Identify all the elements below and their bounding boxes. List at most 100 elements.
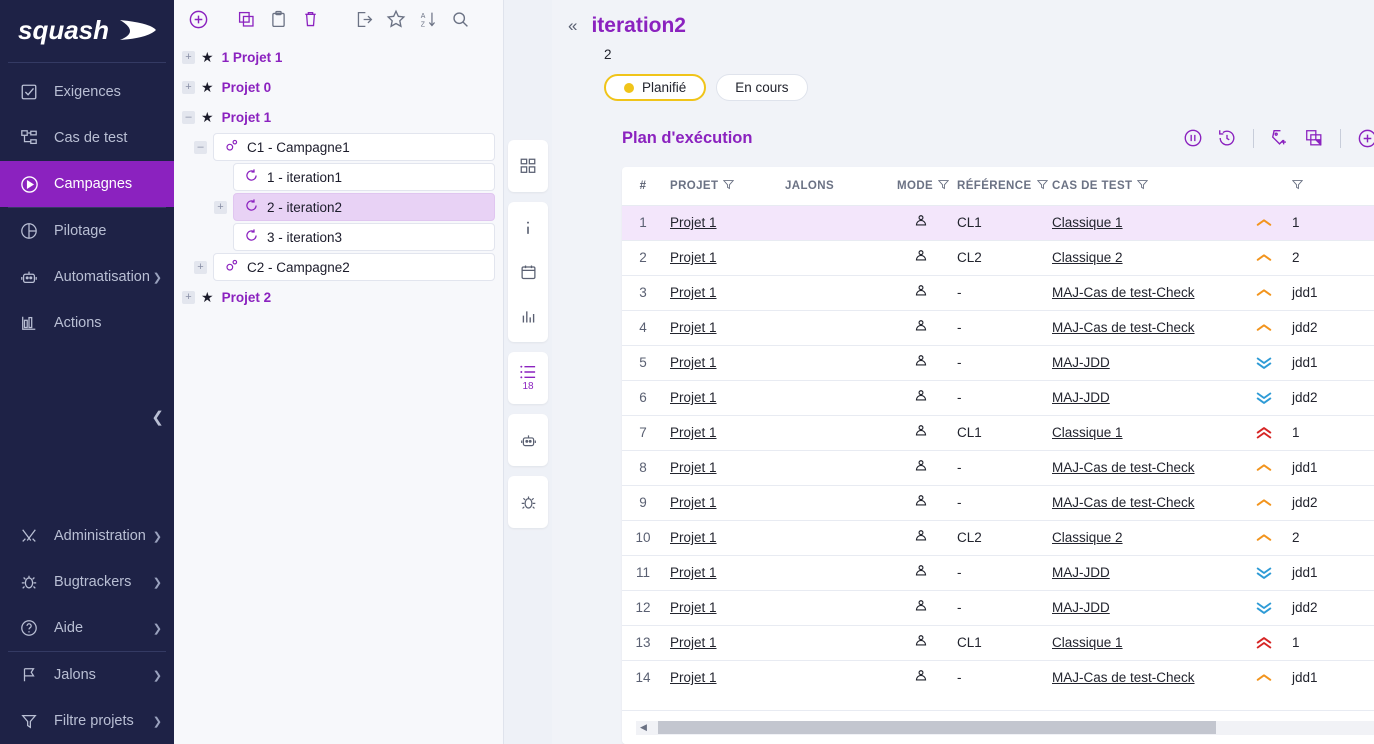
sidebar-item-exigences[interactable]: Exigences	[0, 69, 174, 115]
table-row[interactable]: 12Projet 1-MAJ-JDDjdd2	[622, 590, 1374, 625]
test-case-link[interactable]: MAJ-JDD	[1052, 355, 1110, 370]
sidebar-item-pilotage[interactable]: Pilotage	[0, 208, 174, 254]
project-link[interactable]: Projet 1	[670, 565, 717, 580]
sidebar-item-automatisation[interactable]: Automatisation ❯	[0, 254, 174, 300]
table-row[interactable]: 6Projet 1-MAJ-JDDjdd2	[622, 380, 1374, 415]
status-pill-planifie[interactable]: Planifié	[604, 74, 706, 101]
pause-circle-icon[interactable]	[1178, 123, 1208, 153]
table-row[interactable]: 3Projet 1-MAJ-Cas de test-Checkjdd1	[622, 275, 1374, 310]
copy-icon[interactable]	[230, 4, 262, 34]
tree-node-box[interactable]: C1 - Campagne1	[213, 133, 495, 161]
search-icon[interactable]	[444, 4, 476, 34]
dashboard-icon[interactable]	[508, 144, 548, 188]
table-row[interactable]: 11Projet 1-MAJ-JDDjdd1	[622, 555, 1374, 590]
table-row[interactable]: 8Projet 1-MAJ-Cas de test-Checkjdd1	[622, 450, 1374, 485]
tree-node-project[interactable]: + ★ Projet 0	[174, 72, 503, 102]
sidebar-item-filtre-projets[interactable]: Filtre projets ❯	[0, 698, 174, 744]
project-link[interactable]: Projet 1	[670, 635, 717, 650]
scroll-left-arrow-icon[interactable]: ◀	[636, 722, 651, 733]
favorite-icon[interactable]	[380, 4, 412, 34]
hscroll-thumb[interactable]	[658, 721, 1216, 734]
table-row[interactable]: 2Projet 1CL2Classique 22	[622, 240, 1374, 275]
project-link[interactable]: Projet 1	[670, 355, 717, 370]
tree-node-campaign[interactable]: + C2 - Campagne2	[174, 252, 503, 282]
test-case-link[interactable]: MAJ-Cas de test-Check	[1052, 320, 1195, 335]
project-link[interactable]: Projet 1	[670, 670, 717, 685]
test-case-link[interactable]: MAJ-Cas de test-Check	[1052, 670, 1195, 685]
test-case-link[interactable]: MAJ-Cas de test-Check	[1052, 285, 1195, 300]
bug-icon[interactable]	[508, 480, 548, 524]
project-link[interactable]: Projet 1	[670, 495, 717, 510]
table-row[interactable]: 4Projet 1-MAJ-Cas de test-Checkjdd2	[622, 310, 1374, 345]
table-row[interactable]: 13Projet 1CL1Classique 11	[622, 625, 1374, 660]
robot-icon[interactable]	[508, 418, 548, 462]
horizontal-scrollbar[interactable]: ◀ ▶	[622, 710, 1374, 744]
table-row[interactable]: 7Projet 1CL1Classique 11	[622, 415, 1374, 450]
test-case-link[interactable]: MAJ-JDD	[1052, 565, 1110, 580]
expander-toggle[interactable]: +	[194, 261, 207, 274]
add-icon[interactable]	[182, 4, 214, 34]
project-link[interactable]: Projet 1	[670, 460, 717, 475]
table-row[interactable]: 5Projet 1-MAJ-JDDjdd1	[622, 345, 1374, 380]
calendar-icon[interactable]	[508, 250, 548, 294]
test-case-link[interactable]: MAJ-Cas de test-Check	[1052, 495, 1195, 510]
expander-toggle[interactable]	[214, 171, 227, 184]
expander-toggle[interactable]	[214, 231, 227, 244]
sidebar-item-administration[interactable]: Administration ❯	[0, 513, 174, 559]
project-link[interactable]: Projet 1	[670, 320, 717, 335]
expander-toggle[interactable]: –	[182, 111, 195, 124]
table-row[interactable]: 14Projet 1-MAJ-Cas de test-Checkjdd1	[622, 660, 1374, 695]
paste-icon[interactable]	[262, 4, 294, 34]
sidebar-item-bugtrackers[interactable]: Bugtrackers ❯	[0, 559, 174, 605]
tag-add-icon[interactable]	[1265, 123, 1295, 153]
hscroll-rail[interactable]: ◀ ▶	[636, 721, 1374, 735]
bar-chart-icon[interactable]	[508, 294, 548, 338]
expander-toggle[interactable]: –	[194, 141, 207, 154]
info-icon[interactable]	[508, 206, 548, 250]
sidebar-item-cas-de-test[interactable]: Cas de test	[0, 115, 174, 161]
sidebar-item-aide[interactable]: Aide ❯	[0, 605, 174, 651]
project-link[interactable]: Projet 1	[670, 530, 717, 545]
test-case-link[interactable]: Classique 1	[1052, 635, 1123, 650]
sidebar-collapse-button[interactable]: ❮	[151, 408, 164, 426]
tree-node-project[interactable]: + ★ 1 Projet 1	[174, 42, 503, 72]
test-case-link[interactable]: Classique 1	[1052, 215, 1123, 230]
reset-history-icon[interactable]	[1212, 123, 1242, 153]
filter-icon[interactable]	[938, 179, 949, 193]
sidebar-item-actions[interactable]: Actions	[0, 300, 174, 346]
status-pill-en-cours[interactable]: En cours	[716, 74, 807, 101]
expander-toggle[interactable]: +	[214, 201, 227, 214]
duplicate-select-icon[interactable]	[1299, 123, 1329, 153]
filter-icon[interactable]	[723, 179, 734, 193]
tree-node-project[interactable]: – ★ Projet 1	[174, 102, 503, 132]
filter-icon[interactable]	[1292, 179, 1303, 193]
project-link[interactable]: Projet 1	[670, 215, 717, 230]
tree-node-iteration-selected[interactable]: + 2 - iteration2	[174, 192, 503, 222]
project-link[interactable]: Projet 1	[670, 600, 717, 615]
expander-toggle[interactable]: +	[182, 81, 195, 94]
test-case-link[interactable]: Classique 1	[1052, 425, 1123, 440]
execution-plan-list-icon[interactable]: 18	[508, 356, 548, 400]
tree-node-box[interactable]: C2 - Campagne2	[213, 253, 495, 281]
export-icon[interactable]	[348, 4, 380, 34]
sidebar-item-campagnes[interactable]: Campagnes	[0, 161, 174, 207]
project-link[interactable]: Projet 1	[670, 425, 717, 440]
tree-node-iteration[interactable]: 3 - iteration3	[174, 222, 503, 252]
add-circle-icon[interactable]	[1352, 123, 1374, 153]
tree-node-box[interactable]: 1 - iteration1	[233, 163, 495, 191]
tree-node-box[interactable]: 3 - iteration3	[233, 223, 495, 251]
project-link[interactable]: Projet 1	[670, 285, 717, 300]
tree-node-box[interactable]: 2 - iteration2	[233, 193, 495, 221]
double-chevron-left-icon[interactable]: «	[568, 16, 577, 36]
squash-logo[interactable]: squash	[0, 0, 174, 62]
sort-icon[interactable]: A Z	[412, 4, 444, 34]
test-case-link[interactable]: Classique 2	[1052, 250, 1123, 265]
tree-node-iteration[interactable]: 1 - iteration1	[174, 162, 503, 192]
expander-toggle[interactable]: +	[182, 291, 195, 304]
filter-icon[interactable]	[1137, 179, 1148, 193]
expander-toggle[interactable]: +	[182, 51, 195, 64]
table-scroll-area[interactable]: # PROJET	[622, 167, 1374, 710]
project-link[interactable]: Projet 1	[670, 250, 717, 265]
filter-icon[interactable]	[1037, 179, 1048, 193]
table-row[interactable]: 1Projet 1CL1Classique 11	[622, 205, 1374, 240]
